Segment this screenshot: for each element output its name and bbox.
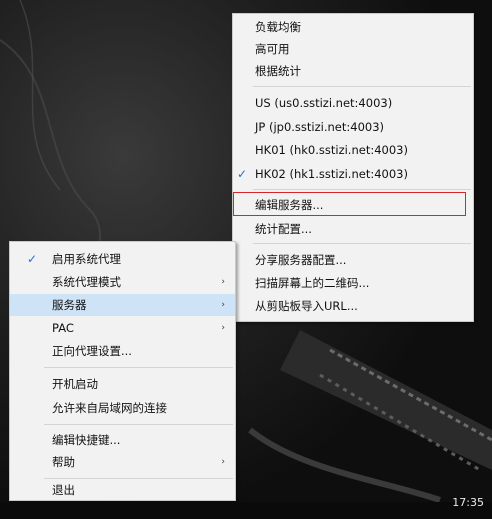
menu-separator (253, 243, 471, 244)
menu-item-server-hk01[interactable]: HK01 (hk0.sstizi.net:4003) (233, 139, 473, 161)
check-icon: ✓ (27, 252, 38, 266)
chevron-right-icon: › (221, 300, 225, 310)
menu-item-server-hk02[interactable]: ✓ HK02 (hk1.sstizi.net:4003) (233, 163, 473, 185)
menu-item-label: 正向代理设置... (52, 344, 132, 358)
menu-item-label: 系统代理模式 (52, 275, 121, 289)
menu-item-start-on-boot[interactable]: 开机启动 (10, 373, 235, 395)
check-icon: ✓ (237, 167, 248, 181)
menu-item-label: 允许来自局域网的连接 (52, 401, 167, 415)
menu-item-allow-lan-connections[interactable]: 允许来自局域网的连接 (10, 397, 235, 419)
menu-item-label: 根据统计 (255, 64, 301, 78)
menu-item-server-us[interactable]: US (us0.sstizi.net:4003) (233, 92, 473, 114)
servers-submenu: 负载均衡 高可用 根据统计 US (us0.sstizi.net:4003) J… (232, 13, 474, 322)
menu-item-label: 负载均衡 (255, 20, 301, 34)
menu-item-label: 分享服务器配置... (255, 253, 347, 267)
menu-item-exit[interactable]: 退出 (10, 479, 235, 501)
menu-item-forward-proxy-settings[interactable]: 正向代理设置... (10, 340, 235, 362)
menu-item-statistics-config[interactable]: 统计配置... (233, 218, 473, 240)
menu-item-label: JP (jp0.sstizi.net:4003) (255, 120, 385, 134)
menu-item-label: 从剪贴板导入URL... (255, 299, 358, 313)
menu-item-scan-qrcode[interactable]: 扫描屏幕上的二维码... (233, 272, 473, 294)
menu-item-server-jp[interactable]: JP (jp0.sstizi.net:4003) (233, 116, 473, 138)
menu-item-enable-system-proxy[interactable]: ✓ 启用系统代理 (10, 248, 235, 270)
menu-separator (253, 189, 471, 190)
menu-item-label: 帮助 (52, 455, 75, 469)
menu-item-by-statistics[interactable]: 根据统计 (233, 60, 473, 82)
taskbar (0, 502, 492, 519)
menu-separator (44, 367, 233, 368)
menu-item-label: 编辑快捷键... (52, 433, 121, 447)
menu-separator (253, 86, 471, 87)
edit-servers-callout-box (233, 192, 466, 216)
chevron-right-icon: › (221, 457, 225, 467)
menu-item-pac[interactable]: PAC › (10, 317, 235, 339)
menu-item-label: US (us0.sstizi.net:4003) (255, 96, 393, 110)
menu-item-label: 统计配置... (255, 222, 312, 236)
menu-item-label: 高可用 (255, 42, 290, 56)
taskbar-clock[interactable]: 17:35 (452, 496, 484, 509)
menu-item-label: 退出 (52, 483, 75, 497)
menu-item-label: 启用系统代理 (52, 252, 121, 266)
menu-item-edit-hotkeys[interactable]: 编辑快捷键... (10, 429, 235, 451)
tray-context-menu: ✓ 启用系统代理 系统代理模式 › 服务器 › PAC › 正向代理设置... … (9, 241, 236, 501)
menu-item-help[interactable]: 帮助 › (10, 451, 235, 473)
menu-item-label: 开机启动 (52, 377, 98, 391)
menu-item-label: HK01 (hk0.sstizi.net:4003) (255, 143, 408, 157)
menu-item-system-proxy-mode[interactable]: 系统代理模式 › (10, 271, 235, 293)
menu-separator (44, 424, 233, 425)
menu-item-label: 服务器 (52, 298, 87, 312)
chevron-right-icon: › (221, 277, 225, 287)
menu-item-high-availability[interactable]: 高可用 (233, 38, 473, 60)
menu-item-label: HK02 (hk1.sstizi.net:4003) (255, 167, 408, 181)
menu-item-label: 扫描屏幕上的二维码... (255, 276, 370, 290)
menu-item-load-balance[interactable]: 负载均衡 (233, 16, 473, 38)
chevron-right-icon: › (221, 323, 225, 333)
menu-item-share-server-config[interactable]: 分享服务器配置... (233, 249, 473, 271)
menu-item-servers[interactable]: 服务器 › (10, 294, 235, 316)
menu-item-label: PAC (52, 321, 74, 335)
menu-item-import-url-clipboard[interactable]: 从剪贴板导入URL... (233, 295, 473, 317)
